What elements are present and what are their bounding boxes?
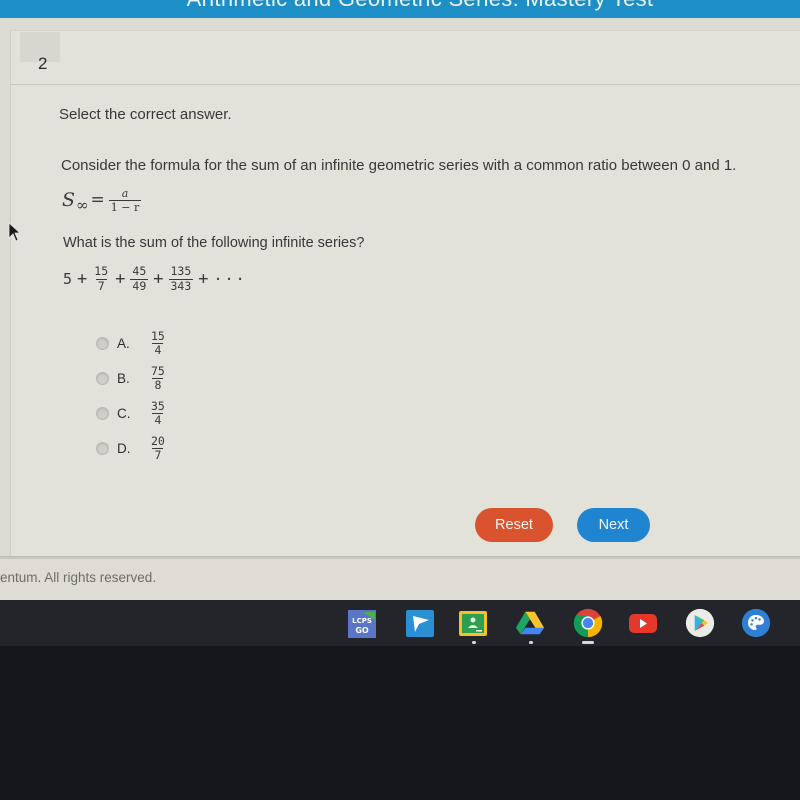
term-denominator: 49 bbox=[130, 278, 149, 293]
option-fraction: 20 7 bbox=[149, 433, 167, 462]
question-number: 2 bbox=[38, 54, 48, 73]
formula-fraction: a 1 − r bbox=[108, 186, 142, 214]
infinite-series: 5 + 15 7 + 45 49 + 135 343 + ··· bbox=[63, 262, 247, 296]
option-numerator: 75 bbox=[151, 363, 165, 378]
reset-button[interactable]: Reset bbox=[475, 508, 553, 542]
shelf-app-google-classroom[interactable] bbox=[458, 608, 488, 638]
google-play-icon bbox=[685, 608, 715, 638]
chromeos-shelf bbox=[0, 600, 800, 646]
lcps-go-icon: LCPS GO bbox=[348, 610, 376, 638]
term-denominator: 343 bbox=[168, 278, 194, 293]
option-letter: B. bbox=[117, 371, 130, 386]
sum-formula: S ∞ = a 1 − r bbox=[62, 186, 142, 214]
svg-text:LCPS: LCPS bbox=[352, 617, 372, 625]
next-button[interactable]: Next bbox=[577, 508, 650, 542]
formula-equals: = bbox=[90, 190, 105, 210]
answer-options: A. 15 4 B. 75 8 C. 35 4 D. 20 7 bbox=[96, 326, 167, 466]
formula-denominator: 1 − r bbox=[108, 199, 142, 214]
series-term-2: 15 7 bbox=[92, 264, 110, 293]
app-running-indicator bbox=[472, 641, 476, 644]
option-letter: D. bbox=[117, 441, 131, 456]
option-numerator: 15 bbox=[151, 328, 165, 343]
formula-lhs: S bbox=[62, 189, 76, 211]
app-running-indicator bbox=[529, 641, 533, 644]
test-header-bar: Arithmetic and Geometric Series: Mastery… bbox=[0, 0, 800, 18]
google-classroom-icon bbox=[459, 611, 487, 636]
option-denominator: 8 bbox=[152, 378, 164, 392]
copyright-text: entum. All rights reserved. bbox=[0, 570, 157, 585]
option-c[interactable]: C. 35 4 bbox=[96, 396, 167, 431]
option-a[interactable]: A. 15 4 bbox=[96, 326, 167, 361]
shelf-app-palette[interactable] bbox=[741, 608, 771, 638]
mouse-pointer-icon bbox=[8, 222, 22, 242]
option-fraction: 15 4 bbox=[149, 328, 167, 357]
shelf-app-lcps-go[interactable]: LCPS GO bbox=[347, 608, 377, 638]
shelf-app-google-drive[interactable] bbox=[515, 608, 545, 638]
radio-button[interactable] bbox=[96, 337, 109, 350]
shelf-app-chrome[interactable] bbox=[573, 608, 603, 638]
term-denominator: 7 bbox=[95, 278, 107, 293]
series-first-term: 5 bbox=[63, 270, 73, 288]
palette-icon bbox=[741, 608, 771, 638]
term-numerator: 45 bbox=[132, 264, 147, 278]
app-active-indicator bbox=[582, 641, 594, 644]
option-denominator: 4 bbox=[152, 413, 164, 427]
option-denominator: 4 bbox=[152, 343, 164, 357]
option-fraction: 75 8 bbox=[149, 363, 167, 392]
term-numerator: 135 bbox=[170, 264, 192, 278]
browser-page: Arithmetic and Geometric Series: Mastery… bbox=[0, 0, 800, 600]
youtube-icon bbox=[629, 614, 657, 633]
shelf-app-pear-deck[interactable] bbox=[405, 608, 435, 638]
option-numerator: 35 bbox=[151, 398, 165, 413]
question-text: What is the sum of the following infinit… bbox=[63, 235, 365, 251]
google-drive-icon bbox=[515, 611, 545, 635]
option-numerator: 20 bbox=[151, 433, 165, 448]
shelf-app-youtube[interactable] bbox=[628, 608, 658, 638]
question-separator bbox=[10, 84, 800, 85]
test-title: Arithmetic and Geometric Series: Mastery… bbox=[0, 0, 800, 12]
radio-button[interactable] bbox=[96, 372, 109, 385]
svg-text:GO: GO bbox=[355, 626, 369, 635]
instruction-text: Select the correct answer. bbox=[59, 106, 232, 123]
chrome-icon bbox=[573, 608, 603, 638]
series-ellipsis: ··· bbox=[213, 270, 247, 288]
option-letter: C. bbox=[117, 406, 131, 421]
plus-sign: + bbox=[115, 269, 126, 289]
option-denominator: 7 bbox=[152, 448, 164, 462]
prompt-text: Consider the formula for the sum of an i… bbox=[61, 157, 737, 174]
plus-sign: + bbox=[153, 269, 164, 289]
plus-sign: + bbox=[77, 269, 88, 289]
option-letter: A. bbox=[117, 336, 130, 351]
formula-subscript: ∞ bbox=[76, 195, 89, 214]
shelf-app-google-play[interactable] bbox=[685, 608, 715, 638]
term-numerator: 15 bbox=[94, 264, 109, 278]
series-term-4: 135 343 bbox=[168, 264, 194, 293]
radio-button[interactable] bbox=[96, 442, 109, 455]
option-fraction: 35 4 bbox=[149, 398, 167, 427]
series-term-3: 45 49 bbox=[130, 264, 149, 293]
plus-sign: + bbox=[198, 269, 209, 289]
option-b[interactable]: B. 75 8 bbox=[96, 361, 167, 396]
radio-button[interactable] bbox=[96, 407, 109, 420]
pear-deck-icon bbox=[406, 610, 434, 637]
formula-numerator: a bbox=[121, 186, 129, 200]
option-d[interactable]: D. 20 7 bbox=[96, 431, 167, 466]
